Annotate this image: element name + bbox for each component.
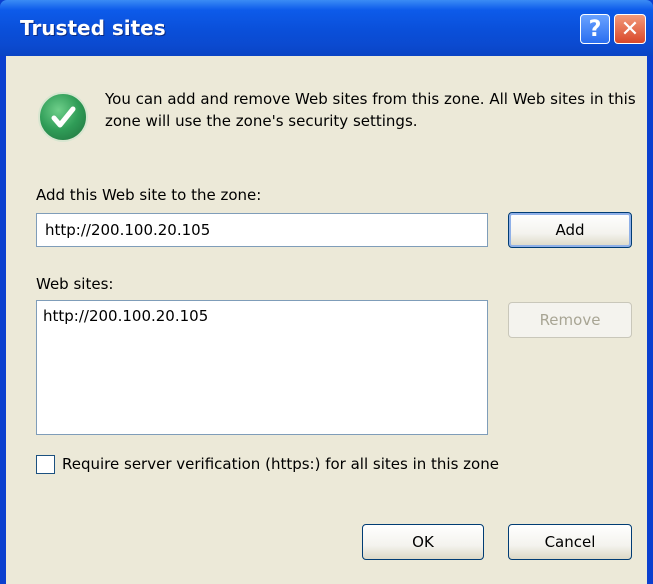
ok-button[interactable]: OK (362, 524, 484, 560)
add-site-label: Add this Web site to the zone: (36, 186, 262, 204)
checkmark-shield-icon (38, 92, 88, 142)
web-sites-label: Web sites: (36, 275, 114, 293)
add-button[interactable]: Add (508, 212, 632, 248)
dialog-title: Trusted sites (20, 16, 166, 40)
zone-description: You can add and remove Web sites from th… (105, 90, 636, 130)
checkmark-icon (51, 106, 76, 128)
close-button[interactable]: ✕ (614, 14, 646, 44)
remove-button[interactable]: Remove (508, 302, 632, 338)
https-verification-checkbox[interactable] (36, 455, 55, 474)
add-site-input[interactable] (36, 213, 488, 247)
title-bar[interactable]: Trusted sites ? ✕ (0, 0, 653, 56)
list-item[interactable]: http://200.100.20.105 (43, 307, 481, 325)
trusted-sites-window: Trusted sites ? ✕ You can add and remove… (0, 0, 653, 584)
close-icon: ✕ (620, 16, 640, 42)
https-verification-label: Require server verification (https:) for… (62, 455, 499, 473)
help-icon: ? (588, 16, 602, 42)
cancel-button[interactable]: Cancel (508, 524, 632, 560)
web-sites-list[interactable]: http://200.100.20.105 (36, 300, 488, 435)
help-button[interactable]: ? (580, 14, 610, 44)
